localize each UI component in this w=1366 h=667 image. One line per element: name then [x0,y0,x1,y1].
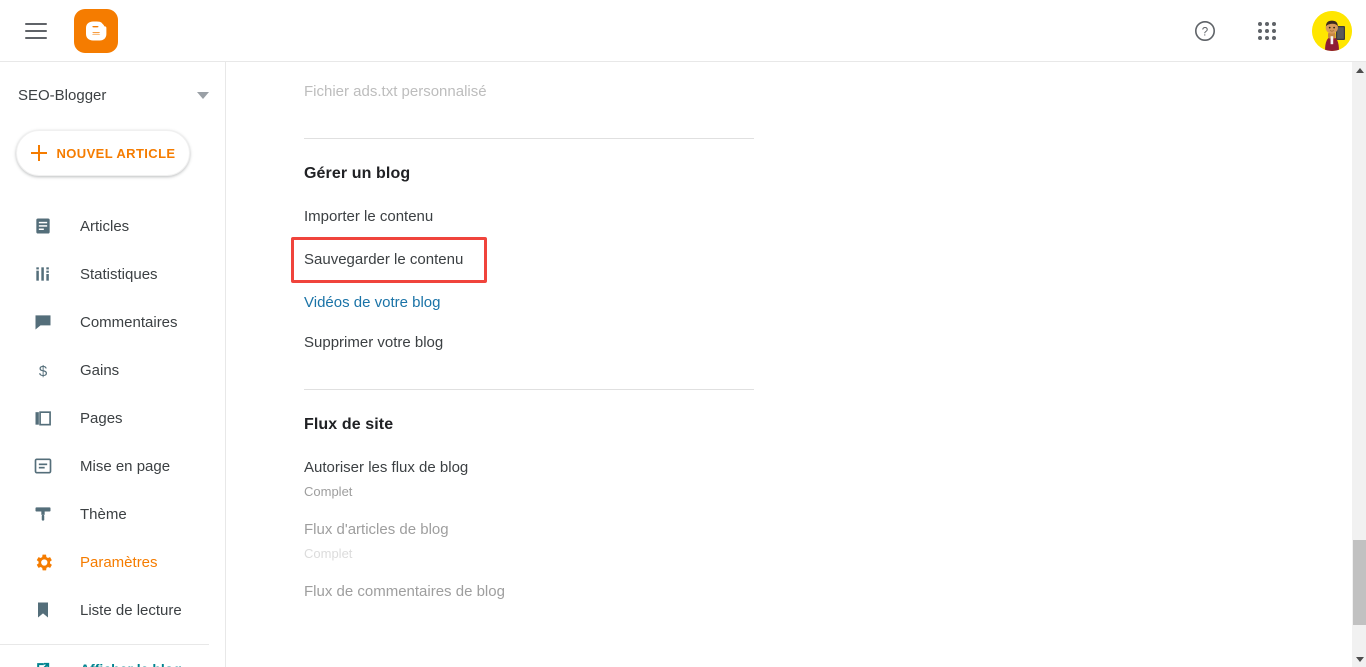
apps-grid-dots [1258,21,1276,40]
top-app-bar: ? [0,0,1366,62]
help-circle-glyph: ? [1195,20,1215,41]
sidebar-item-label: Mise en page [80,457,171,475]
setting-title: Flux d'articles de blog [304,521,449,538]
triangle-up-glyph [1355,67,1364,73]
setting-title: Autoriser les flux de blog [304,459,469,476]
blogger-b-glyph [86,21,107,40]
blogger-logo-icon[interactable] [74,8,118,53]
sidebar-item-articles[interactable]: Articles [0,202,225,250]
setting-flux-darticles-de-blog[interactable]: Flux d'articles de blog Complet [304,510,754,572]
sidebar-item-afficher-le-blog[interactable]: Afficher le blog [0,645,225,667]
sidebar-item-label: Pages [80,409,123,427]
blog-selector[interactable]: SEO-Blogger [0,62,225,128]
setting-title: Vidéos de votre blog [304,294,441,311]
sidebar-item-parametres[interactable]: Paramètres [0,538,225,586]
comments-icon [32,311,54,333]
avatar[interactable] [1312,10,1352,51]
hamburger-line [25,36,47,39]
hamburger-line [25,22,47,25]
triangle-down-glyph [1355,656,1364,662]
plus-icon [30,145,47,161]
posts-icon [32,215,54,237]
sidebar-item-label: Gains [80,361,120,379]
hamburger-menu-icon[interactable] [16,11,56,51]
sidebar-item-pages[interactable]: Pages [0,394,225,442]
sidebar-item-liste-de-lecture[interactable]: Liste de lecture [0,586,225,634]
scroll-up-arrow-icon[interactable] [1352,62,1366,78]
setting-ads-txt[interactable]: Fichier ads.txt personnalisé [304,72,754,112]
help-icon[interactable]: ? [1188,14,1222,48]
layout-icon [32,455,54,477]
apps-grid-icon[interactable] [1250,14,1284,48]
setting-videos-de-votre-blog[interactable]: Vidéos de votre blog [304,283,754,323]
setting-title: Fichier ads.txt personnalisé [304,83,487,100]
new-post-button[interactable]: NOUVEL ARTICLE [16,130,190,176]
setting-value: Complet [304,546,353,561]
new-post-label: NOUVEL ARTICLE [56,145,176,161]
earnings-icon: $ [32,359,54,381]
settings-column: Fichier ads.txt personnalisé Gérer un bl… [291,62,754,612]
stats-icon [32,263,54,285]
setting-flux-de-commentaires-de-blog[interactable]: Flux de commentaires de blog [304,572,754,612]
section-flux-de-site: Flux de site Autoriser les flux de blog … [304,416,754,612]
svg-text:$: $ [39,363,48,380]
scroll-down-arrow-icon[interactable] [1352,651,1366,667]
section-heading: Gérer un blog [304,165,411,182]
sidebar-item-statistiques[interactable]: Statistiques [0,250,225,298]
sidebar-item-label: Afficher le blog [80,661,182,667]
sidebar-item-gains[interactable]: $ Gains [0,346,225,394]
sidebar-item-label: Paramètres [80,553,158,571]
setting-title: Flux de commentaires de blog [304,583,505,600]
setting-importer-le-contenu[interactable]: Importer le contenu [304,197,754,237]
external-link-icon [32,658,54,667]
svg-text:?: ? [1202,26,1208,38]
setting-supprimer-votre-blog[interactable]: Supprimer votre blog [304,323,754,363]
sidebar-item-commentaires[interactable]: Commentaires [0,298,225,346]
scrollbar-thumb[interactable] [1353,540,1366,625]
setting-sauvegarder-le-contenu[interactable]: Sauvegarder le contenu [291,237,487,283]
sidebar-item-theme[interactable]: Thème [0,490,225,538]
setting-value: Complet [304,484,353,499]
sidebar-nav: Articles Statistiques Commentaires $ Gai… [0,202,225,667]
settings-gear-icon [32,551,54,573]
topbar-actions: ? [1188,10,1352,51]
section-divider [304,138,754,139]
section-divider [304,389,754,390]
section-heading: Flux de site [304,416,394,433]
theme-icon [32,503,54,525]
sidebar-item-mise-en-page[interactable]: Mise en page [0,442,225,490]
bookmark-icon [32,599,54,621]
sidebar-item-label: Statistiques [80,265,158,283]
main-content: Fichier ads.txt personnalisé Gérer un bl… [227,62,1351,667]
sidebar-item-label: Liste de lecture [80,601,182,619]
setting-title: Supprimer votre blog [304,334,444,351]
sidebar-item-label: Commentaires [80,313,178,331]
chevron-down-icon [197,91,209,99]
sidebar-item-label: Thème [80,505,127,523]
setting-title: Importer le contenu [304,208,434,225]
hamburger-line [25,29,47,32]
setting-title: Sauvegarder le contenu [304,251,464,268]
vertical-scrollbar[interactable] [1351,62,1366,667]
sidebar: SEO-Blogger NOUVEL ARTICLE Articles Stat… [0,62,226,667]
blog-name: SEO-Blogger [18,86,107,104]
sidebar-item-label: Articles [80,217,130,235]
pages-icon [32,407,54,429]
section-gerer-un-blog: Gérer un blog Importer le contenu Sauveg… [291,165,754,363]
setting-autoriser-les-flux-de-blog[interactable]: Autoriser les flux de blog Complet [304,448,754,510]
avatar-illustration [1312,10,1352,51]
